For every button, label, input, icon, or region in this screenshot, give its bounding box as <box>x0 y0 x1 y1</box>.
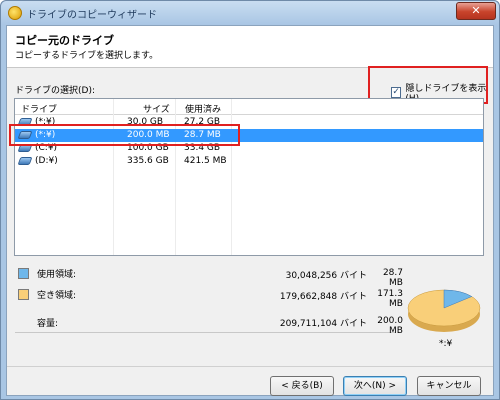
drive-list[interactable]: ドライブ サイズ 使用済み (*:¥) 30.0 GB 27.2 GB (*:¥… <box>14 98 484 256</box>
free-size: 171.3 MB <box>377 289 403 309</box>
close-icon: ✕ <box>471 4 481 17</box>
app-icon <box>8 6 22 20</box>
drive-used: 421.5 MB <box>184 156 227 166</box>
legend-free: 空き領域: <box>18 288 76 301</box>
back-button[interactable]: < 戻る(B) <box>270 376 334 396</box>
highlight-selected-drive <box>9 124 240 146</box>
drive-size: 335.6 GB <box>127 156 169 166</box>
dialog-body: コピー元のドライブ コピーするドライブを選択します。 ドライブの選択(D): ✓… <box>6 25 494 396</box>
drive-name: (D:¥) <box>35 156 58 166</box>
free-swatch <box>18 289 29 300</box>
pie-drive-label: *:¥ <box>439 339 453 349</box>
capacity-label: 容量: <box>37 319 59 329</box>
column-size[interactable]: サイズ <box>143 102 170 115</box>
page-subtitle: コピーするドライブを選択します。 <box>15 51 159 61</box>
usage-pie-chart <box>407 289 481 332</box>
title-bar: ドライブのコピーウィザード ✕ <box>1 1 499 25</box>
capacity-size: 200.0 MB <box>377 316 403 336</box>
drive-list-header: ドライブ サイズ 使用済み <box>15 99 483 115</box>
free-label: 空き領域: <box>37 291 77 301</box>
button-bar: < 戻る(B) 次へ(N) > キャンセル <box>7 366 493 396</box>
column-used[interactable]: 使用済み <box>185 102 221 115</box>
legend-used: 使用領域: <box>18 267 76 280</box>
cancel-button[interactable]: キャンセル <box>417 376 481 396</box>
wizard-header: コピー元のドライブ コピーするドライブを選択します。 <box>7 26 493 68</box>
drive-row[interactable]: (D:¥) 335.6 GB 421.5 MB <box>15 155 483 168</box>
close-button[interactable]: ✕ <box>456 2 496 20</box>
used-label: 使用領域: <box>37 270 77 280</box>
wizard-window: ドライブのコピーウィザード ✕ コピー元のドライブ コピーするドライブを選択しま… <box>0 0 500 400</box>
page-title: コピー元のドライブ <box>15 34 114 47</box>
column-drive[interactable]: ドライブ <box>21 102 57 115</box>
drive-icon <box>17 157 33 165</box>
used-size: 28.7 MB <box>382 268 403 288</box>
legend-divider <box>15 332 395 333</box>
capacity-bytes: 209,711,104 バイト <box>279 319 367 329</box>
drive-select-label: ドライブの選択(D): <box>15 86 95 96</box>
used-swatch <box>18 268 29 279</box>
used-bytes: 30,048,256 バイト <box>285 271 367 281</box>
window-title: ドライブのコピーウィザード <box>27 10 157 21</box>
free-bytes: 179,662,848 バイト <box>279 292 367 302</box>
legend-capacity: 容量: <box>37 316 58 329</box>
next-button[interactable]: 次へ(N) > <box>343 376 407 396</box>
